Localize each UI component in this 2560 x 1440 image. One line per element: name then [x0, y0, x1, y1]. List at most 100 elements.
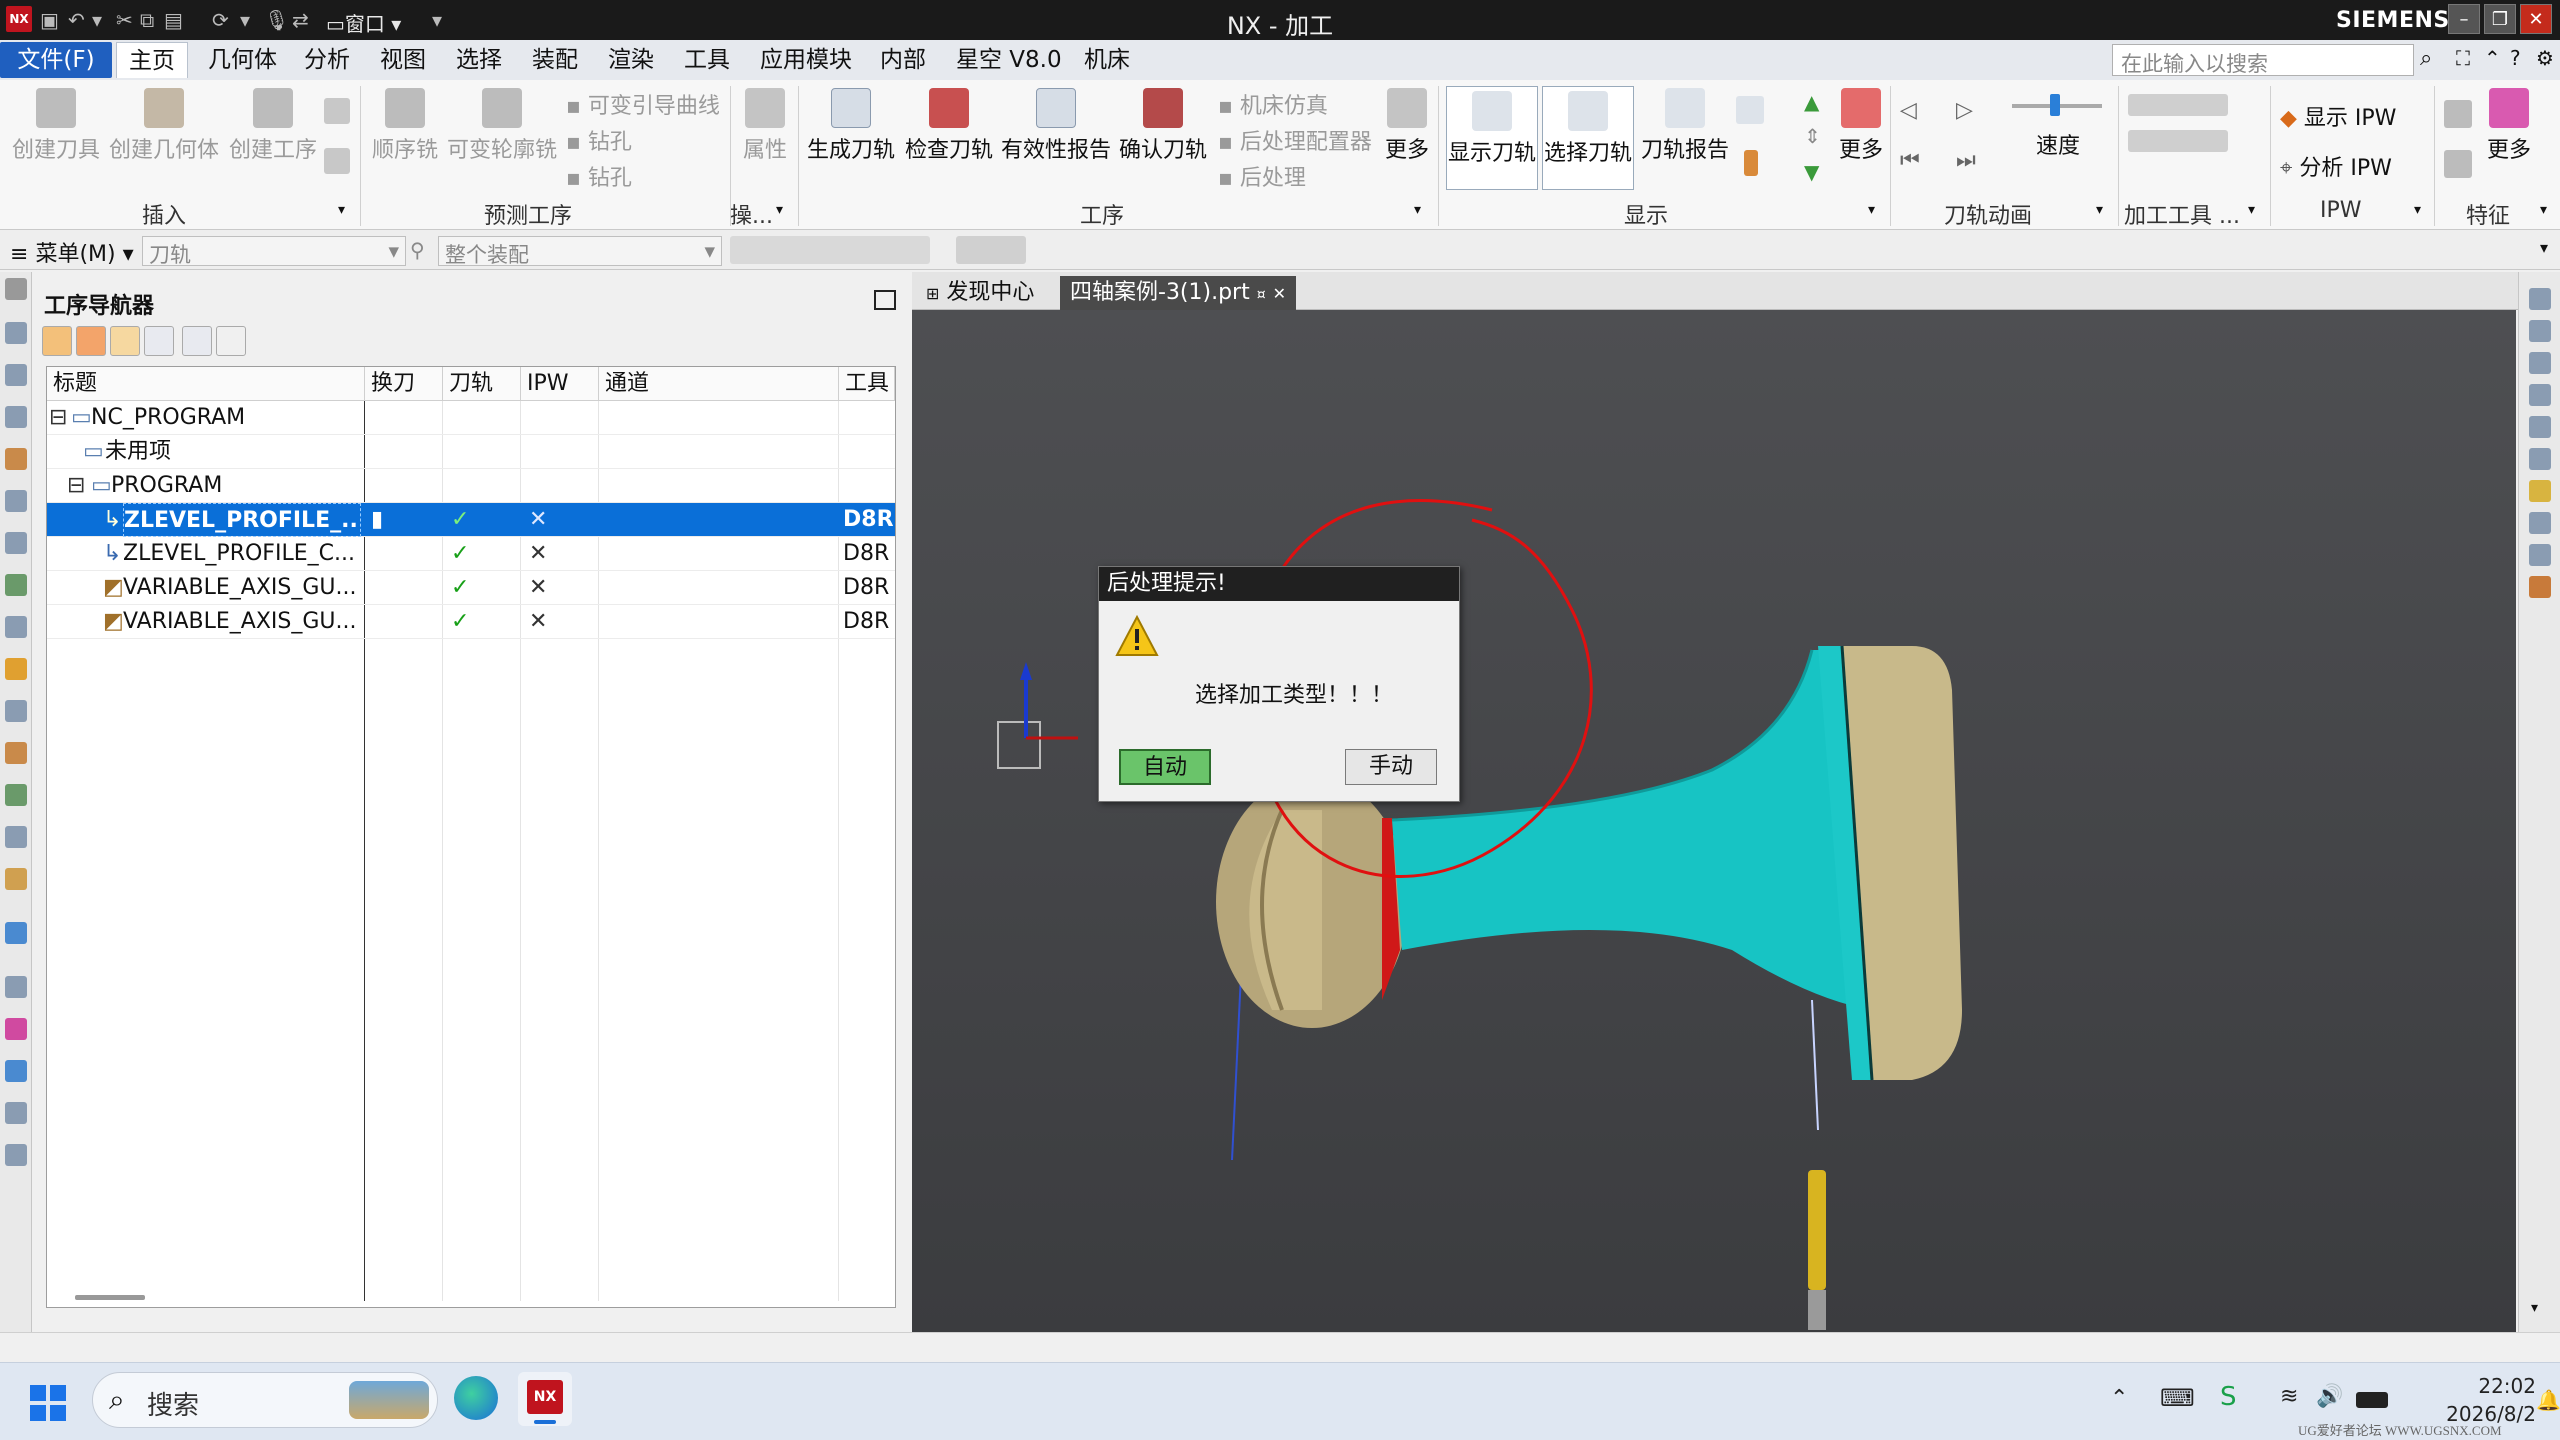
method-navigator-icon[interactable] — [5, 532, 27, 554]
repeat-icon[interactable]: ⟳ — [212, 8, 229, 32]
variable-streamline-button[interactable]: ▪ 可变引导曲线 — [566, 88, 720, 120]
horizontal-scrollbar[interactable] — [75, 1295, 145, 1300]
group-expand-icon[interactable]: ▾ — [2540, 202, 2547, 218]
view-icons[interactable] — [956, 236, 1026, 264]
tab-xingkong[interactable]: 星空 V8.0 — [944, 42, 1074, 78]
column-header-ipw[interactable]: IPW — [521, 367, 599, 401]
speed-slider-thumb[interactable] — [2050, 94, 2060, 116]
switch-window-icon[interactable]: ⇄ — [292, 8, 309, 32]
view-icon[interactable] — [2529, 288, 2551, 310]
material-icon[interactable] — [2529, 576, 2551, 598]
tab-home[interactable]: 主页 — [116, 42, 188, 78]
select-path-button[interactable]: 选择刀轨 — [1542, 86, 1634, 190]
cut-icon[interactable]: ✂ — [116, 8, 133, 32]
geometry-view-icon[interactable] — [110, 326, 140, 356]
table-row[interactable]: ◩ VARIABLE_AXIS_GU... ✓ ✕ D8R — [47, 605, 895, 639]
verify-path-button[interactable]: 检查刀轨 — [900, 88, 998, 164]
arrow-down-icon[interactable]: ▼ — [1804, 160, 1819, 184]
highlight-icon[interactable] — [2529, 480, 2551, 502]
dropdown-icon[interactable]: ▾ — [240, 8, 250, 32]
paste-icon[interactable]: ▤ — [164, 8, 183, 32]
visibility-icon[interactable] — [2529, 512, 2551, 534]
group-expand-icon[interactable]: ▾ — [1868, 202, 1875, 218]
tab-file[interactable]: 文件(F) — [0, 42, 112, 78]
insert-extra-icon[interactable] — [324, 98, 350, 124]
navigator-icon[interactable] — [5, 322, 27, 344]
menu-button[interactable]: ≡ 菜单(M) ▾ — [10, 236, 134, 268]
machine-navigator-icon[interactable] — [5, 406, 27, 428]
table-row[interactable]: ◩ VARIABLE_AXIS_GU... ✓ ✕ D8R — [47, 571, 895, 605]
chevron-up-icon[interactable]: ⌃ — [2110, 1386, 2128, 1411]
manufacturing-wizard-icon[interactable] — [5, 1102, 27, 1124]
microphone-icon[interactable]: 🎙 — [264, 8, 289, 32]
create-geometry-button[interactable]: 创建几何体 — [106, 88, 222, 164]
machining-tools-icons-2[interactable] — [2128, 130, 2228, 152]
validity-report-button[interactable]: 有效性报告 — [1000, 88, 1112, 164]
web-icon[interactable] — [5, 700, 27, 722]
maximize-icon[interactable] — [874, 290, 896, 310]
insert-extra2-icon[interactable] — [324, 148, 350, 174]
split-icon[interactable]: ⇕ — [1804, 124, 1821, 148]
operation-more-button[interactable]: 更多 — [1380, 88, 1434, 164]
snap-icons[interactable] — [730, 236, 930, 264]
column-header-tool[interactable]: 工具 — [839, 367, 895, 401]
history-icon[interactable] — [5, 616, 27, 638]
system-materials-icon[interactable] — [5, 868, 27, 890]
chevron-down-icon[interactable]: ▾ — [2540, 238, 2548, 257]
tab-machine[interactable]: 机床 — [1072, 42, 1142, 78]
method-view-icon[interactable] — [144, 326, 174, 356]
confirm-path-button[interactable]: 确认刀轨 — [1116, 88, 1210, 164]
program-order-view-icon[interactable] — [42, 326, 72, 356]
options-icon[interactable]: ⚙ — [2536, 46, 2554, 70]
taskbar-nx-app[interactable]: NX — [518, 1372, 572, 1426]
battery-icon[interactable] — [2356, 1392, 2388, 1408]
process-studio-icon[interactable] — [5, 1060, 27, 1082]
feature-icon[interactable] — [2444, 100, 2472, 128]
restore-button[interactable]: ❐ — [2484, 4, 2516, 34]
chevron-down-icon[interactable]: ▾ — [2531, 1300, 2538, 1316]
show-path-button[interactable]: 显示刀轨 — [1446, 86, 1538, 190]
taskbar-time[interactable]: 22:02 — [2444, 1374, 2536, 1398]
table-row[interactable]: ↳ ZLEVEL_PROFILE_C... ✓ ✕ D8R — [47, 537, 895, 571]
table-row-selected[interactable]: ↳ ZLEVEL_PROFILE_... ▮ ✓ ✕ D8R — [47, 503, 895, 537]
measure-icon[interactable] — [2529, 448, 2551, 470]
eye-icon[interactable] — [2529, 320, 2551, 342]
roles-icon[interactable] — [5, 826, 27, 848]
sequential-mill-button[interactable]: 顺序铣 — [370, 88, 440, 164]
create-tool-button[interactable]: 创建刀具 — [10, 88, 102, 164]
tab-part-file[interactable]: 四轴案例-3(1).prt ¤ ✕ — [1060, 276, 1297, 310]
machine-sim-button[interactable]: ▪ 机床仿真 — [1218, 88, 1328, 120]
close-button[interactable]: ✕ — [2520, 4, 2552, 34]
help-icon[interactable] — [2529, 352, 2551, 374]
tab-discovery-center[interactable]: ⊞ 发现中心 — [916, 276, 1044, 310]
generate-path-button[interactable]: 生成刀轨 — [806, 88, 896, 164]
clock-icon[interactable] — [5, 976, 27, 998]
tab-view[interactable]: 视图 — [368, 42, 438, 78]
drill-button-1[interactable]: ▪ 钻孔 — [566, 124, 632, 156]
create-operation-button[interactable]: 创建工序 — [226, 88, 320, 164]
arrow-up-icon[interactable]: ▲ — [1804, 90, 1819, 114]
close-tab-icon[interactable]: ✕ — [1273, 284, 1286, 303]
scope-select[interactable]: 整个装配 ▾ — [438, 236, 722, 267]
display-extra-icon[interactable] — [1736, 96, 1764, 124]
rewind-icon[interactable]: ⏮ — [1900, 148, 1920, 173]
undo-icon[interactable]: ↶ — [68, 8, 85, 32]
graphics-window[interactable] — [912, 310, 2516, 1332]
tab-render[interactable]: 渲染 — [596, 42, 666, 78]
column-header-name[interactable]: 标题 — [47, 367, 365, 401]
postprocess-button[interactable]: ▪ 后处理 — [1218, 160, 1306, 192]
help-icon[interactable]: ? — [2510, 46, 2521, 70]
tab-assembly[interactable]: 装配 — [520, 42, 590, 78]
group-expand-icon[interactable]: ▾ — [338, 202, 345, 218]
cam-express-icon[interactable] — [5, 1144, 27, 1166]
feature-navigator-icon[interactable] — [5, 574, 27, 596]
analyze-ipw-button[interactable]: ⌖ 分析 IPW — [2280, 150, 2392, 182]
feature-icon-2[interactable] — [2444, 150, 2472, 178]
palette-icon[interactable] — [5, 742, 27, 764]
collapse-ribbon-icon[interactable]: ⌃ — [2484, 46, 2501, 70]
tool-navigator-icon[interactable] — [5, 448, 27, 470]
column-header-tool-change[interactable]: 换刀 — [365, 367, 443, 401]
group-expand-icon[interactable]: ▾ — [2248, 202, 2255, 218]
copy-icon[interactable]: ⧉ — [140, 8, 154, 32]
collapse-icon[interactable]: ⊟ — [49, 401, 67, 435]
